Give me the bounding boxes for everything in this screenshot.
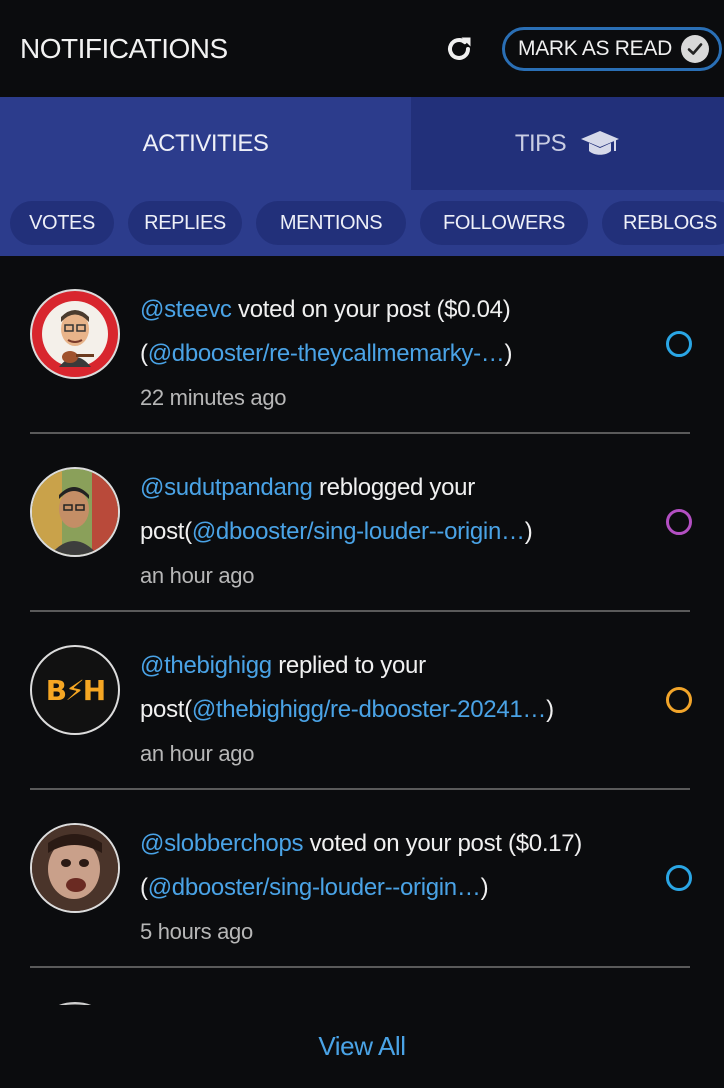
view-all-link[interactable]: View All (318, 1031, 406, 1062)
avatar (30, 289, 120, 379)
timestamp: 22 minutes ago (140, 385, 287, 410)
notifications-panel: NOTIFICATIONS MARK AS READ ACTIVITIES TI… (0, 0, 724, 1088)
avatar-logo-text: B⚡H (45, 673, 106, 707)
avatar (30, 823, 120, 913)
post-link[interactable]: @dbooster/re-theycallmemarky-… (148, 340, 505, 367)
notification-text: @slobberchops voted on your post ($0.17)… (140, 822, 642, 954)
filter-reblogs[interactable]: REBLOGS (602, 201, 724, 245)
link-suffix: ) (504, 340, 513, 367)
notification-action: reblogged your (312, 474, 475, 501)
check-icon (681, 34, 709, 63)
tab-tips-label: TIPS (514, 129, 567, 157)
avatar (30, 467, 120, 557)
notification-item[interactable]: @slobberchops voted on your post ($0.17)… (30, 790, 692, 968)
timestamp: an hour ago (140, 741, 255, 766)
link-prefix: post( (140, 518, 192, 545)
tab-activities[interactable]: ACTIVITIES (0, 97, 411, 190)
filter-chips: VOTES REPLIES MENTIONS FOLLOWERS REBLOGS (0, 190, 724, 256)
graduation-cap-icon (581, 130, 620, 155)
unread-indicator[interactable] (666, 509, 692, 535)
post-link[interactable]: @thebighigg/re-dbooster-20241… (192, 696, 547, 723)
notification-action: voted on your post ($0.04) (231, 296, 511, 323)
tab-activities-label: ACTIVITIES (142, 129, 269, 157)
notification-item[interactable]: B⚡H @thebighigg replied to your post(@th… (30, 612, 692, 790)
footer: View All (0, 1005, 724, 1088)
link-suffix: ) (546, 696, 554, 723)
header: NOTIFICATIONS MARK AS READ (0, 0, 724, 97)
notification-text: @steevc voted on your post ($0.04) (@dbo… (140, 288, 642, 420)
username-link[interactable]: @sudutpandang (140, 474, 313, 501)
link-suffix: ) (480, 874, 489, 901)
unread-indicator[interactable] (666, 331, 692, 357)
refresh-button[interactable] (442, 32, 476, 66)
link-prefix: ( (140, 874, 148, 901)
filter-mentions[interactable]: MENTIONS (256, 201, 406, 245)
post-link[interactable]: @dbooster/sing-louder--origin… (192, 518, 525, 545)
avatar: B⚡H (30, 645, 120, 735)
unread-indicator[interactable] (666, 865, 692, 891)
timestamp: an hour ago (140, 563, 255, 588)
page-title: NOTIFICATIONS (20, 32, 228, 64)
notification-item[interactable]: @sudutpandang reblogged your post(@dboos… (30, 434, 692, 612)
link-prefix: post( (140, 696, 192, 723)
notification-action: voted on your post ($0.17) (303, 830, 583, 857)
filter-votes[interactable]: VOTES (10, 201, 114, 245)
username-link[interactable]: @slobberchops (140, 830, 304, 857)
notification-text: @thebighigg replied to your post(@thebig… (140, 644, 642, 776)
link-suffix: ) (524, 518, 533, 545)
username-link[interactable]: @steevc (140, 296, 232, 323)
notification-list: @steevc voted on your post ($0.04) (@dbo… (0, 256, 724, 1004)
mark-as-read-label: MARK AS READ (518, 36, 672, 60)
mark-as-read-button[interactable]: MARK AS READ (502, 26, 722, 71)
notification-item[interactable]: @steevc voted on your post ($0.04) (@dbo… (30, 256, 692, 434)
refresh-icon (448, 37, 471, 60)
filter-followers[interactable]: FOLLOWERS (420, 201, 588, 245)
unread-indicator[interactable] (666, 687, 692, 713)
link-prefix: ( (140, 340, 148, 367)
post-link[interactable]: @dbooster/sing-louder--origin… (148, 874, 481, 901)
filter-replies[interactable]: REPLIES (128, 201, 242, 245)
notification-action: replied to your (271, 652, 426, 679)
timestamp: 5 hours ago (140, 919, 253, 944)
tab-tips[interactable]: TIPS (411, 97, 724, 190)
username-link[interactable]: @thebighigg (140, 652, 272, 679)
tab-bar: ACTIVITIES TIPS (0, 97, 724, 190)
notification-text: @sudutpandang reblogged your post(@dboos… (140, 466, 642, 598)
